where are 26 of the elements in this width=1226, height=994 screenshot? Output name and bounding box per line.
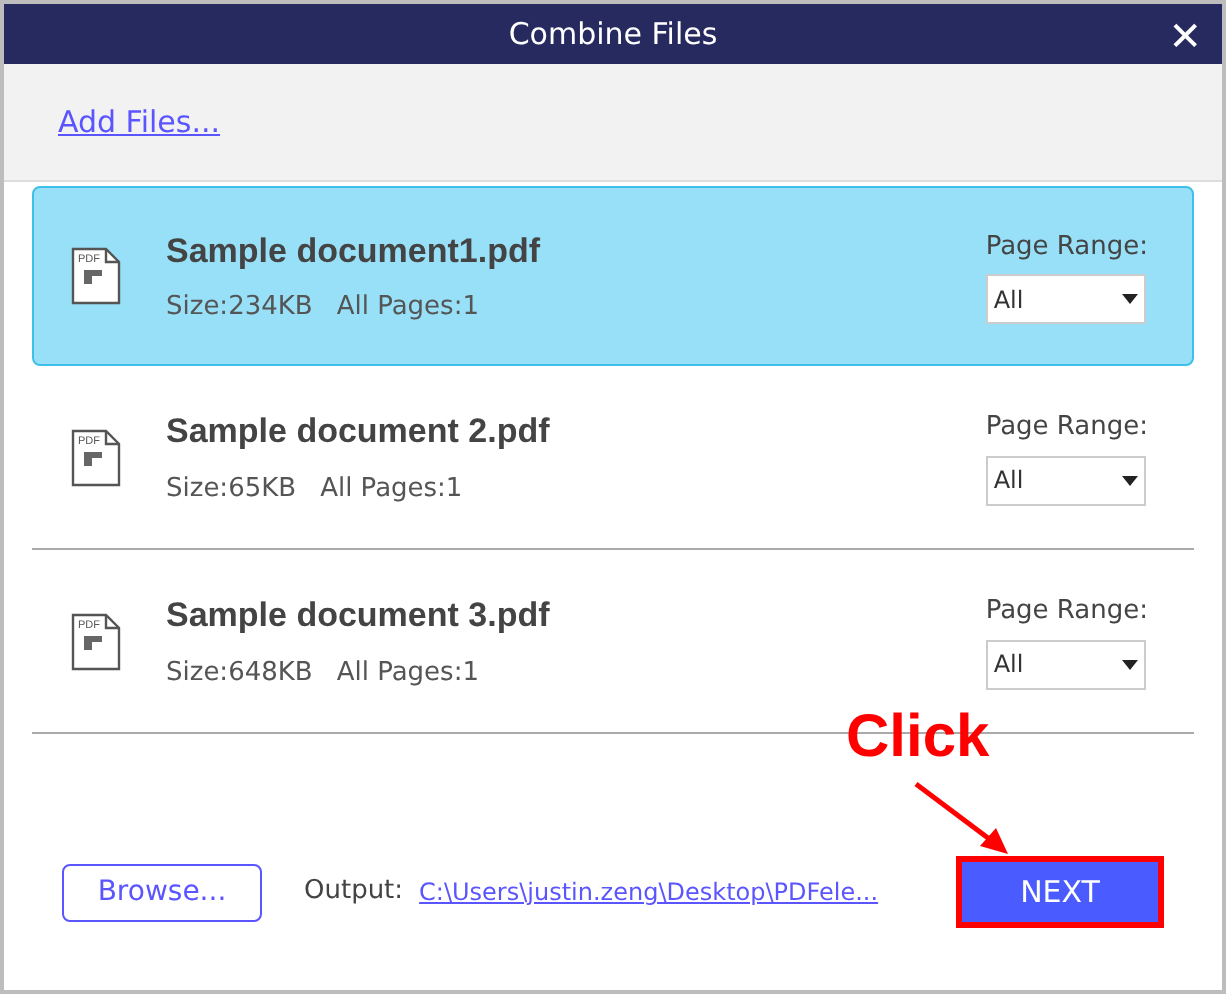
window-title: Combine Files (508, 13, 718, 56)
page-count: All Pages:1 (320, 471, 463, 507)
caret-icon (1121, 475, 1138, 486)
browse-button[interactable]: Browse... (62, 863, 262, 921)
file-name: Sample document1.pdf (166, 229, 543, 273)
file-size: Size:648KB (166, 655, 313, 691)
file-name: Sample document 3.pdf (166, 594, 552, 638)
file-size: Size:65KB (166, 471, 297, 507)
annotation-arrow (912, 780, 1012, 856)
file-name: Sample document 2.pdf (166, 410, 552, 454)
page-range-label: Page Range: (985, 410, 1148, 447)
page-range-dropdown[interactable]: All (985, 274, 1146, 325)
output-path-link[interactable]: C:\Users\justin.zeng\Desktop\PDFele... (419, 874, 879, 910)
page-count: All Pages:1 (336, 655, 479, 691)
page-range-dropdown[interactable]: All (985, 639, 1146, 690)
caret-icon (1121, 294, 1138, 305)
caret-icon (1121, 659, 1138, 670)
output-label: Output: (304, 874, 404, 911)
page-count: All Pages:1 (336, 290, 479, 326)
page-range-label: Page Range: (985, 229, 1148, 266)
page-range-dropdown[interactable]: All (985, 455, 1146, 506)
close-button[interactable]: ✕ (1160, 8, 1210, 64)
next-button[interactable]: NEXT (956, 856, 1164, 928)
add-files-link[interactable]: Add Files... (58, 99, 221, 145)
file-size: Size:234KB (166, 290, 313, 326)
page-range-label: Page Range: (985, 594, 1148, 631)
